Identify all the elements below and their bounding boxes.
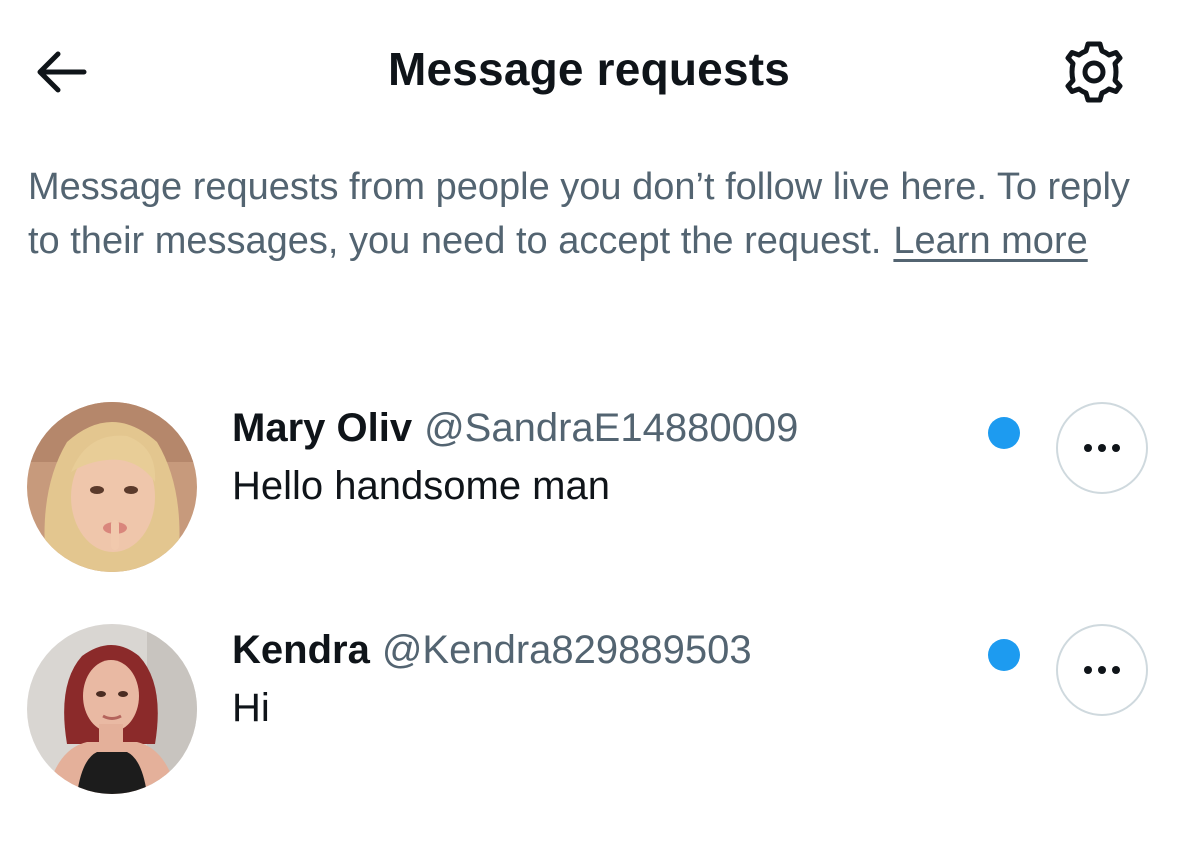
avatar-image [27,624,197,794]
message-preview: Hello handsome man [232,464,610,508]
settings-button[interactable] [1056,34,1132,110]
page-title: Message requests [387,43,791,95]
more-icon [1084,444,1120,452]
request-item[interactable]: Kendra @Kendra829889503 Hi [0,624,1178,804]
message-requests-screen: Message requests Message requests from p… [0,0,1178,847]
info-text-block: Message requests from people you don’t f… [28,160,1158,268]
avatar-image [27,402,197,572]
name-line: Mary Oliv @SandraE14880009 [232,406,798,451]
name-line: Kendra @Kendra829889503 [232,628,752,673]
more-options-button[interactable] [1056,624,1148,716]
more-icon [1084,666,1120,674]
sender-name: Kendra [232,628,370,672]
avatar[interactable] [27,402,197,572]
learn-more-link[interactable]: Learn more [893,220,1087,262]
message-preview: Hi [232,686,270,730]
sender-handle: @SandraE14880009 [424,406,799,450]
header: Message requests [0,0,1178,140]
more-options-button[interactable] [1056,402,1148,494]
request-item[interactable]: Mary Oliv @SandraE14880009 Hello handsome… [0,402,1178,582]
avatar[interactable] [27,624,197,794]
sender-handle: @Kendra829889503 [381,628,752,672]
unread-indicator [988,639,1020,671]
gear-icon [1065,41,1123,103]
unread-indicator [988,417,1020,449]
sender-name: Mary Oliv [232,406,413,450]
